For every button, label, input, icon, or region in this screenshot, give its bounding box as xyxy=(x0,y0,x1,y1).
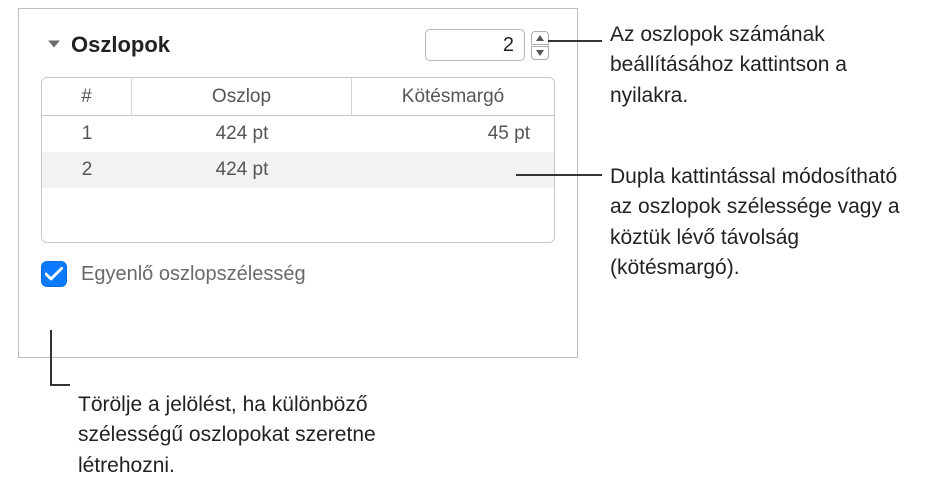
callout-gutter: Dupla kattintással módosítható az oszlop… xyxy=(610,162,920,284)
stepper-buttons xyxy=(531,29,549,61)
section-title: Oszlopok xyxy=(71,32,425,58)
callout-leader-line xyxy=(50,384,70,386)
equal-width-row: Egyenlő oszlopszélesség xyxy=(19,243,577,287)
column-count-stepper xyxy=(425,29,549,61)
callout-leader-line xyxy=(516,174,602,176)
callout-leader-line xyxy=(50,330,52,384)
table-row: 2 424 pt xyxy=(42,152,554,188)
cell-gutter[interactable]: 45 pt xyxy=(352,123,554,145)
columns-table: # Oszlop Kötésmargó 1 424 pt 45 pt 2 424… xyxy=(41,77,555,243)
equal-width-label: Egyenlő oszlopszélesség xyxy=(81,263,306,286)
disclosure-triangle-icon[interactable] xyxy=(47,37,63,53)
cell-width[interactable]: 424 pt xyxy=(132,123,352,145)
cell-index: 1 xyxy=(42,123,132,145)
stepper-up-button[interactable] xyxy=(531,31,549,45)
header-column: Oszlop xyxy=(132,78,352,115)
equal-width-checkbox[interactable] xyxy=(41,261,67,287)
cell-index: 2 xyxy=(42,159,132,181)
table-empty-space xyxy=(42,188,554,242)
header-gutter: Kötésmargó xyxy=(352,78,554,115)
column-count-input[interactable] xyxy=(425,29,525,61)
callout-stepper: Az oszlopok számának beállításához katti… xyxy=(610,20,920,111)
table-row: 1 424 pt 45 pt xyxy=(42,116,554,152)
header-index: # xyxy=(42,78,132,115)
callout-leader-line xyxy=(548,40,602,42)
stepper-down-button[interactable] xyxy=(531,46,549,60)
callout-checkbox: Törölje a jelölést, ha különböző széless… xyxy=(78,390,458,481)
panel-header: Oszlopok xyxy=(19,9,577,77)
table-header-row: # Oszlop Kötésmargó xyxy=(42,78,554,116)
cell-width[interactable]: 424 pt xyxy=(132,159,352,181)
columns-panel: Oszlopok # Oszlop Kötésmargó 1 424 pt 45… xyxy=(18,8,578,358)
